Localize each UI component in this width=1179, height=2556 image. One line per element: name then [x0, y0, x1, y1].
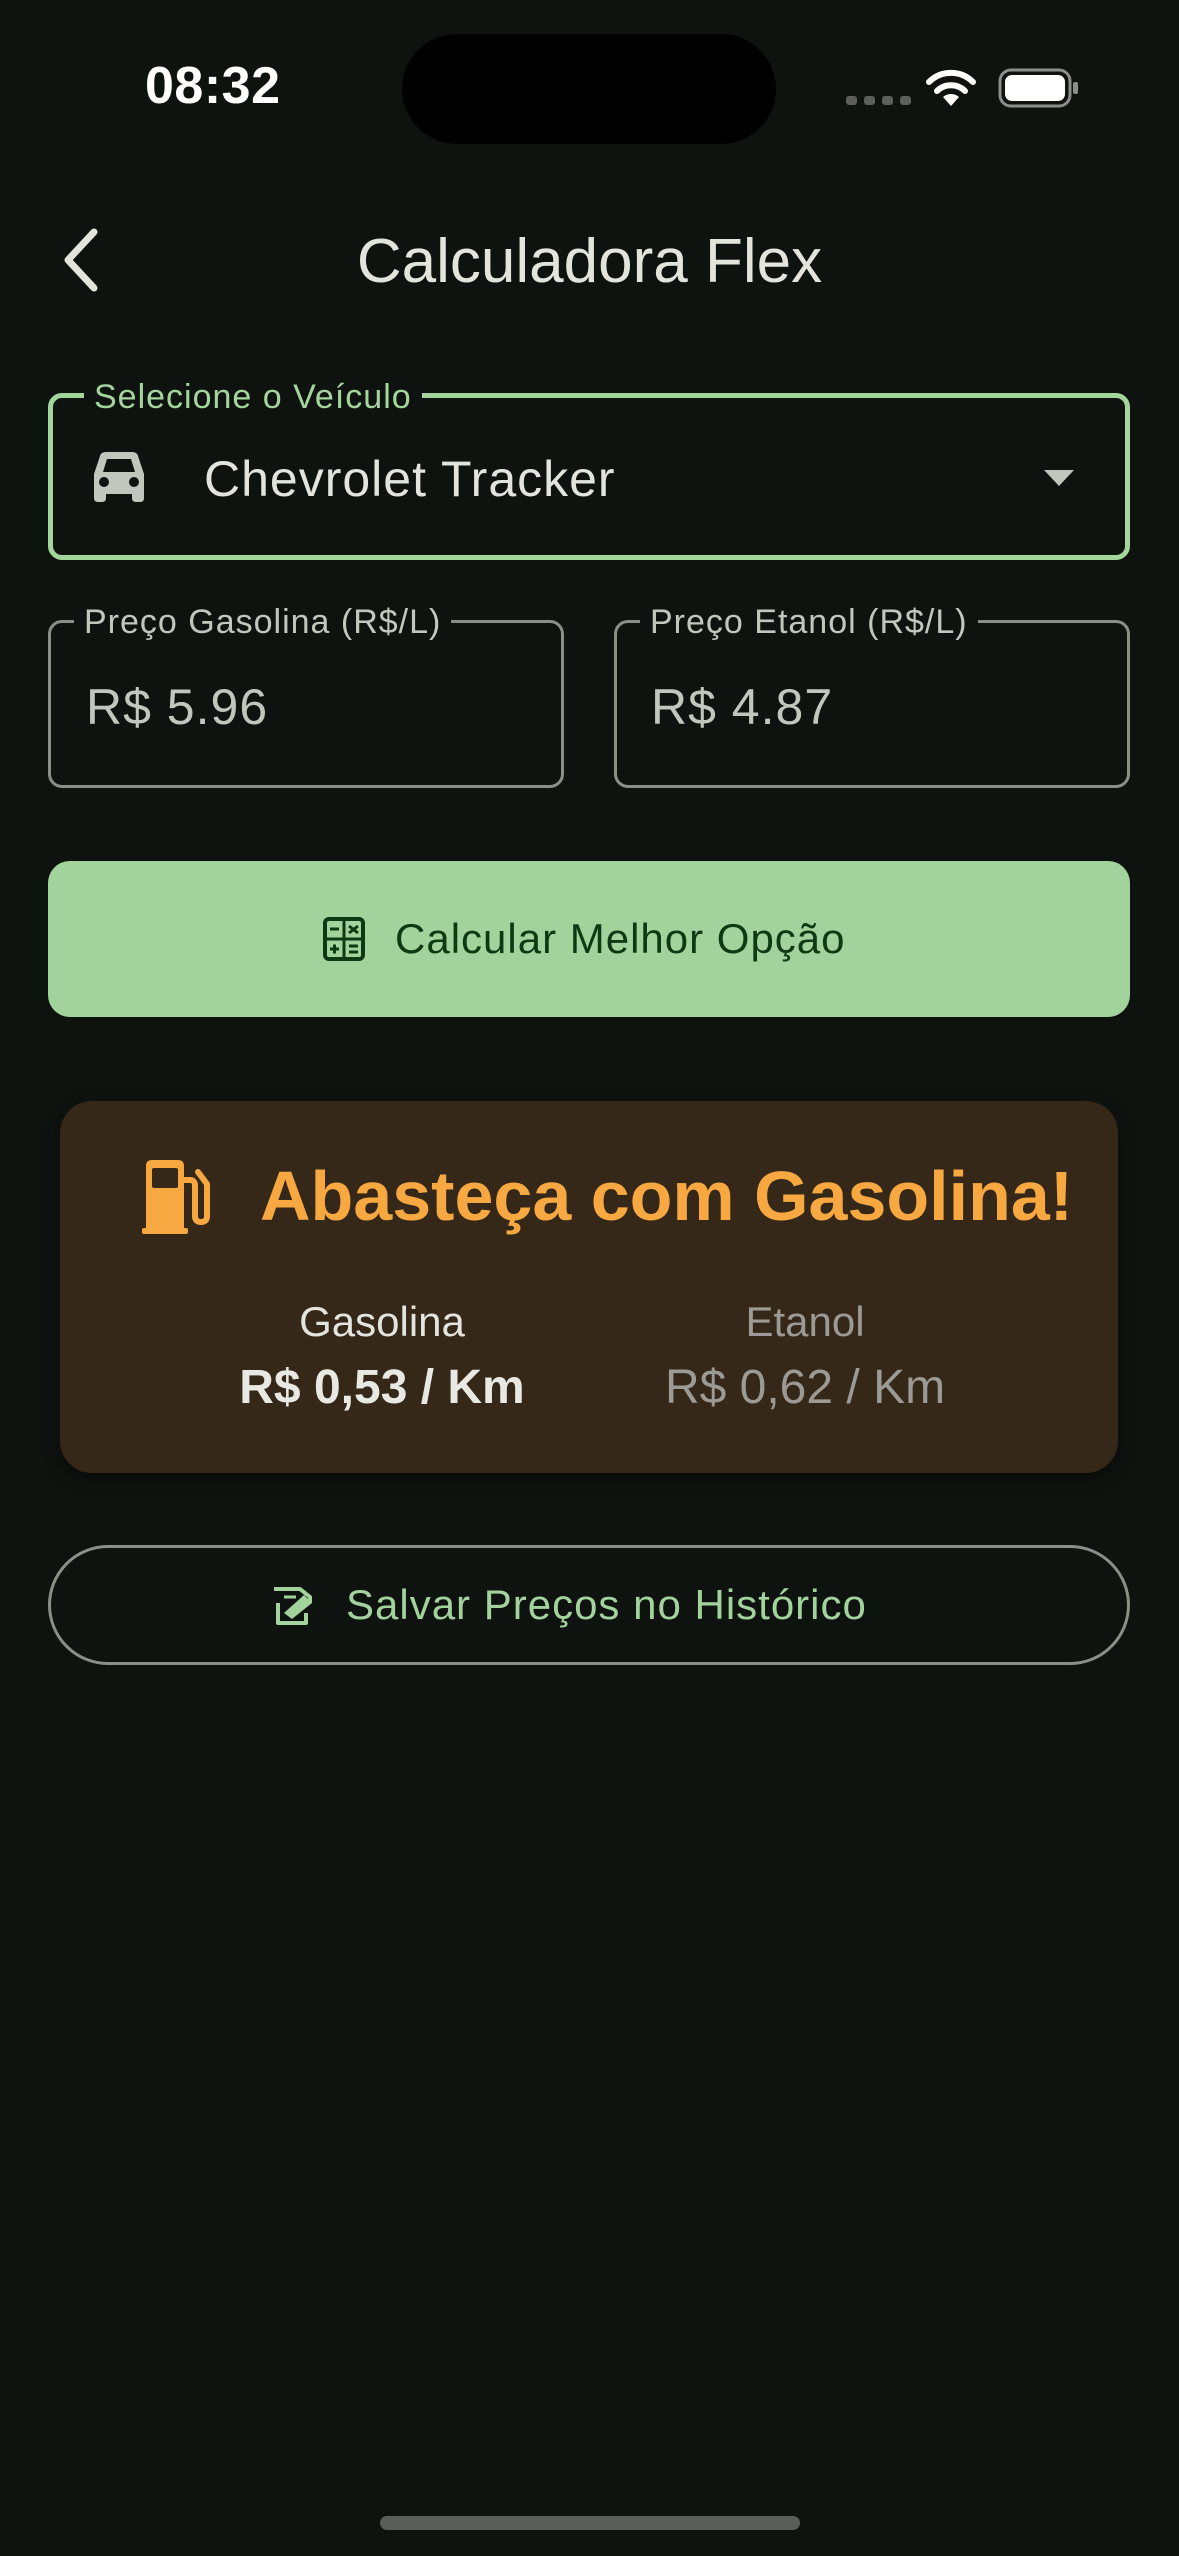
calculator-icon — [323, 917, 365, 961]
car-icon — [94, 452, 144, 502]
cellular-signal-icon — [846, 96, 911, 105]
dynamic-island — [402, 34, 776, 144]
gasoline-result-label: Gasolina — [299, 1298, 465, 1345]
result-title: Abasteça com Gasolina! — [260, 1157, 1074, 1235]
wifi-icon — [926, 69, 976, 106]
ethanol-result-label: Etanol — [745, 1298, 865, 1345]
status-time: 08:32 — [145, 57, 281, 115]
gasoline-result-value: R$ 0,53 / Km — [239, 1361, 525, 1414]
calculate-button-label: Calcular Melhor Opção — [395, 915, 846, 962]
fuel-pump-icon — [142, 1160, 210, 1234]
dropdown-icon[interactable] — [1042, 468, 1076, 488]
home-indicator[interactable] — [380, 2516, 800, 2530]
vehicle-selected-value: Chevrolet Tracker — [204, 451, 616, 507]
ethanol-price-label: Preço Etanol (R$/L) — [640, 603, 978, 642]
ethanol-price-value[interactable]: R$ 4.87 — [651, 678, 833, 736]
save-prices-label: Salvar Preços no Histórico — [346, 1581, 867, 1628]
gasoline-price-value[interactable]: R$ 5.96 — [86, 678, 268, 736]
battery-icon — [998, 68, 1078, 108]
save-receipt-icon — [274, 1587, 312, 1625]
page-title: Calculadora Flex — [356, 227, 823, 296]
ethanol-result-value: R$ 0,62 / Km — [664, 1361, 946, 1414]
screen: 08:32 Calculadora Flex Selecione o Veícu… — [0, 0, 1179, 2556]
vehicle-select-label: Selecione o Veículo — [84, 378, 422, 417]
gasoline-price-label: Preço Gasolina (R$/L) — [74, 603, 452, 642]
